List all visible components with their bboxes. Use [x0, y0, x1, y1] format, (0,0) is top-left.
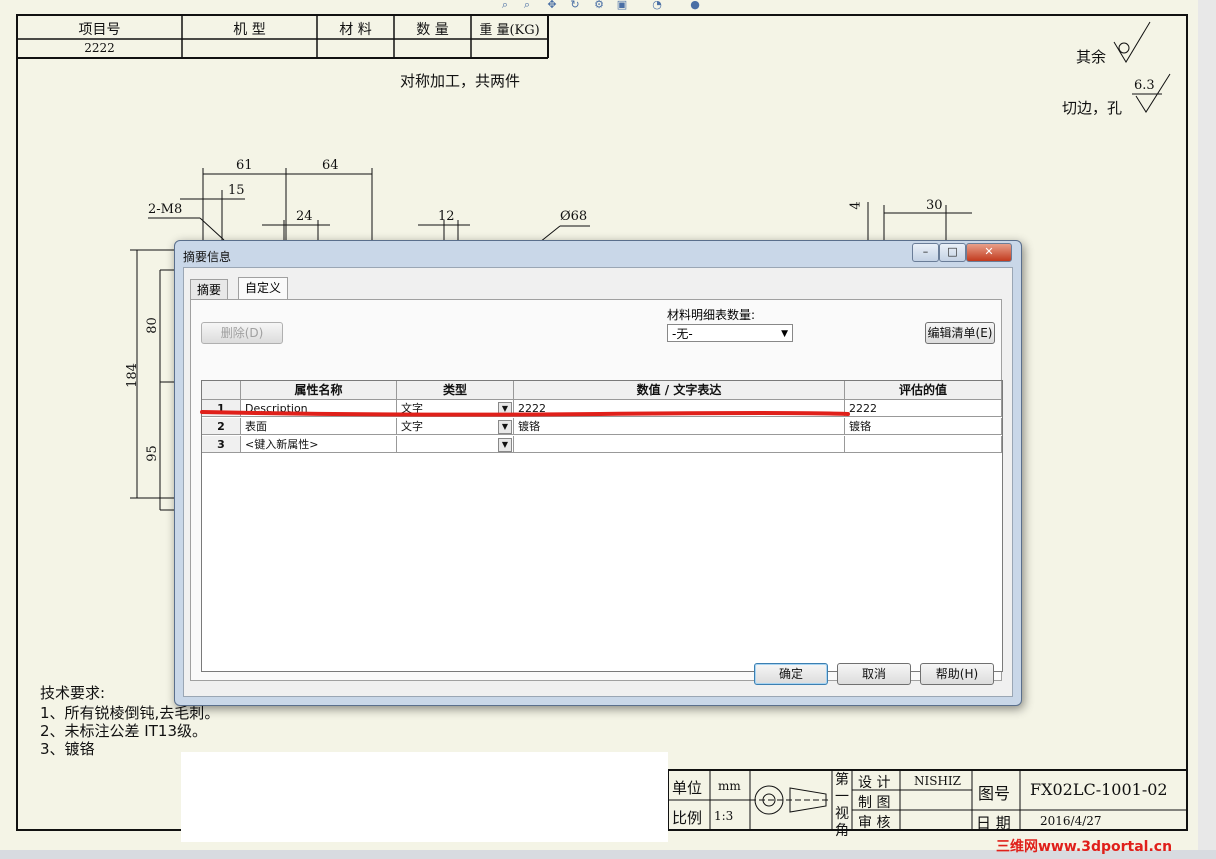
design-label: 设 计: [858, 775, 891, 791]
dialog-body: 摘要 自定义 删除(D) 材料明细表数量: -无- ▼ 编辑清单(E) 属性名称…: [183, 267, 1013, 697]
header-weight: 重 量(KG): [479, 23, 540, 38]
dim-95: 95: [144, 445, 160, 462]
pan-icon[interactable]: ✥: [545, 0, 559, 10]
check-label: 审 核: [858, 815, 891, 831]
delete-button[interactable]: 删除(D): [201, 322, 283, 344]
roughness-value: 6.3: [1134, 78, 1155, 93]
machining-note: 对称加工，共两件: [400, 72, 521, 90]
property-type-text: 文字: [401, 420, 423, 433]
property-evaluated-cell: 镀铬: [845, 418, 1002, 435]
dim-61: 61: [236, 158, 253, 173]
property-value-cell[interactable]: 镀铬: [514, 418, 845, 435]
maximize-button[interactable]: □: [939, 243, 966, 262]
zoom-fit-icon[interactable]: ⌕: [498, 0, 512, 10]
minimize-button[interactable]: –: [912, 243, 939, 262]
chevron-down-icon[interactable]: ▼: [498, 438, 512, 452]
new-property-cell[interactable]: <键入新属性>: [241, 436, 397, 453]
row-number[interactable]: 2: [202, 418, 241, 435]
property-evaluated-cell: [845, 436, 1002, 453]
chevron-down-icon: ▼: [781, 329, 788, 339]
date-label: 日 期: [976, 814, 1011, 832]
dim-4: 4: [848, 201, 864, 210]
designer-value: NISHIZ: [914, 774, 962, 788]
roughness-edge-label: 切边，孔: [1062, 99, 1123, 117]
header-material: 材 料: [339, 22, 372, 38]
property-type-cell[interactable]: 文字 ▼: [397, 418, 514, 435]
summary-info-dialog: 摘要信息 – □ ✕ 摘要 自定义 删除(D) 材料明细表数量: -无- ▼ 编…: [174, 240, 1022, 706]
close-button[interactable]: ✕: [966, 243, 1012, 262]
red-annotation-stroke: [200, 410, 850, 417]
properties-grid: 属性名称 类型 数值 / 文字表达 评估的值 1 Description 文字 ▼…: [201, 380, 1003, 672]
draw-label: 制 图: [858, 795, 891, 811]
dim-12: 12: [438, 209, 455, 224]
unit-label: 单位: [672, 779, 703, 797]
column-header-type[interactable]: 类型: [397, 381, 514, 400]
bom-qty-value: -无-: [672, 327, 693, 341]
edit-list-button[interactable]: 编辑清单(E): [925, 322, 995, 344]
date-value: 2016/4/27: [1040, 814, 1102, 828]
watermark: 三维网www.3dportal.cn: [996, 839, 1173, 855]
unit-value: mm: [718, 779, 741, 793]
property-evaluated-cell: 2222: [845, 400, 1002, 417]
tab-custom[interactable]: 自定义: [238, 277, 289, 300]
chevron-down-icon[interactable]: ▼: [498, 420, 512, 434]
property-type-cell[interactable]: ▼: [397, 436, 514, 453]
drawing-no-value: FX02LC-1001-02: [1030, 780, 1168, 799]
property-name-cell[interactable]: 表面: [241, 418, 397, 435]
tab-summary[interactable]: 摘要: [190, 279, 229, 300]
grid-corner: [202, 381, 241, 400]
dim-80: 80: [144, 317, 160, 334]
ok-button[interactable]: 确定: [754, 663, 828, 685]
row-number[interactable]: 3: [202, 436, 241, 453]
column-header-name[interactable]: 属性名称: [241, 381, 397, 400]
header-project-no: 项目号: [78, 22, 121, 38]
zoom-area-icon[interactable]: ⌕: [520, 0, 534, 10]
tech-item-3: 3、镀铬: [40, 740, 95, 758]
dim-thread: 2-M8: [148, 202, 183, 217]
display-icon[interactable]: ▣: [615, 0, 629, 10]
scale-value: 1:3: [714, 809, 734, 823]
column-header-value[interactable]: 数值 / 文字表达: [514, 381, 845, 400]
dim-184: 184: [124, 363, 140, 388]
view-icon[interactable]: ◔: [650, 0, 664, 10]
column-header-evaluated[interactable]: 评估的值: [845, 381, 1002, 400]
scale-label: 比例: [672, 809, 703, 827]
drawing-no-label: 图号: [978, 784, 1011, 803]
settings-icon[interactable]: ⚙: [592, 0, 606, 10]
render-icon[interactable]: ●: [688, 0, 702, 10]
angle-label: 第一视角: [835, 772, 849, 839]
header-model: 机 型: [233, 22, 266, 38]
bom-qty-select[interactable]: -无- ▼: [667, 324, 793, 342]
tech-requirements-title: 技术要求:: [40, 684, 106, 702]
dim-24: 24: [296, 209, 313, 224]
help-button[interactable]: 帮助(H): [920, 663, 994, 685]
cancel-button[interactable]: 取消: [837, 663, 911, 685]
project-no-value: 2222: [84, 41, 115, 55]
dialog-title: 摘要信息: [183, 250, 232, 264]
rotate-icon[interactable]: ↻: [568, 0, 582, 10]
dim-dia68: Ø68: [560, 209, 588, 224]
dim-64: 64: [322, 158, 339, 173]
roughness-rest-label: 其余: [1076, 48, 1107, 66]
custom-tab-panel: 删除(D) 材料明细表数量: -无- ▼ 编辑清单(E) 属性名称 类型 数值 …: [190, 299, 1003, 681]
bom-qty-label: 材料明细表数量:: [667, 308, 756, 322]
property-value-cell[interactable]: [514, 436, 845, 453]
dim-15: 15: [228, 183, 245, 198]
dim-30: 30: [926, 198, 943, 213]
header-quantity: 数 量: [416, 22, 449, 38]
